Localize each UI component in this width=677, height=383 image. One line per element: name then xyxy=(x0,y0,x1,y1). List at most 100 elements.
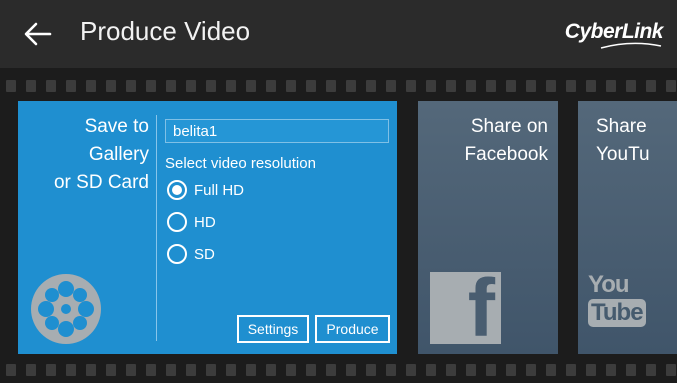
save-title-line2: Gallery xyxy=(88,144,149,165)
facebook-icon: f xyxy=(430,268,501,350)
film-perforation xyxy=(646,80,656,92)
film-perforation xyxy=(406,364,416,376)
share-facebook-card[interactable]: Share on Facebook f xyxy=(418,101,558,354)
back-arrow-icon[interactable] xyxy=(22,18,54,50)
film-perforation xyxy=(566,80,576,92)
film-perforation xyxy=(366,364,376,376)
film-perforation xyxy=(626,364,636,376)
save-title-line1: Save to xyxy=(84,116,149,137)
save-card-title: Save to Gallery or SD Card xyxy=(9,113,149,197)
film-perforation xyxy=(246,364,256,376)
film-perforation xyxy=(506,80,516,92)
film-perforation xyxy=(226,80,236,92)
save-title-line3: or SD Card xyxy=(53,172,149,193)
youtube-icon-tube: Tube xyxy=(588,299,646,327)
radio-full-hd[interactable]: Full HD xyxy=(167,180,244,200)
film-perforation xyxy=(526,80,536,92)
film-perforation xyxy=(206,80,216,92)
facebook-title-line2: Facebook xyxy=(464,144,548,165)
facebook-title-line1: Share on xyxy=(470,116,548,137)
film-perforation xyxy=(246,80,256,92)
save-to-gallery-card[interactable]: Save to Gallery or SD Card Select video … xyxy=(18,101,397,354)
youtube-icon: You Tube xyxy=(588,273,648,343)
produce-button[interactable]: Produce xyxy=(315,315,390,343)
video-name-input[interactable] xyxy=(165,119,389,143)
film-perforation xyxy=(486,80,496,92)
facebook-card-title: Share on Facebook xyxy=(465,113,548,169)
film-perforation xyxy=(286,80,296,92)
film-perforation xyxy=(26,364,36,376)
film-perforation xyxy=(426,80,436,92)
film-perforation xyxy=(386,80,396,92)
logo-swoosh-icon xyxy=(600,42,662,49)
film-perforation xyxy=(426,364,436,376)
film-perforation xyxy=(6,364,16,376)
film-perforation xyxy=(446,80,456,92)
film-perforation xyxy=(266,80,276,92)
radio-unselected-icon[interactable] xyxy=(167,212,187,232)
film-perforation xyxy=(66,364,76,376)
radio-selected-icon[interactable] xyxy=(167,180,187,200)
film-perforation xyxy=(346,364,356,376)
film-perforation xyxy=(446,364,456,376)
film-perforation xyxy=(106,80,116,92)
film-perforation xyxy=(6,80,16,92)
film-perforation xyxy=(186,364,196,376)
film-perforation xyxy=(586,364,596,376)
film-perforation xyxy=(326,364,336,376)
film-perforation xyxy=(266,364,276,376)
radio-hd[interactable]: HD xyxy=(167,212,216,232)
page-title: Produce Video xyxy=(80,16,251,46)
film-perforation xyxy=(46,364,56,376)
film-perforation xyxy=(666,80,676,92)
film-perforation xyxy=(126,364,136,376)
youtube-icon-you: You xyxy=(588,271,630,298)
film-perforation xyxy=(66,80,76,92)
film-perforation xyxy=(646,364,656,376)
film-perforation xyxy=(306,364,316,376)
film-perforation xyxy=(466,80,476,92)
film-perforation xyxy=(406,80,416,92)
film-reel-icon xyxy=(31,274,101,344)
film-perforation xyxy=(126,80,136,92)
share-youtube-card[interactable]: Share YouTu You Tube xyxy=(578,101,677,354)
film-perforation xyxy=(306,80,316,92)
film-perforation xyxy=(626,80,636,92)
film-perforation xyxy=(166,364,176,376)
film-perforation xyxy=(166,80,176,92)
film-perforation xyxy=(146,80,156,92)
film-perforation xyxy=(86,80,96,92)
youtube-title-line1: Share xyxy=(596,116,647,137)
film-perforation xyxy=(586,80,596,92)
film-perforation xyxy=(106,364,116,376)
film-perforation xyxy=(286,364,296,376)
film-perforation xyxy=(566,364,576,376)
youtube-card-title: Share YouTu xyxy=(596,113,650,169)
film-perforation xyxy=(206,364,216,376)
radio-sd[interactable]: SD xyxy=(167,244,215,264)
film-perforations-top xyxy=(0,80,677,92)
cyberlink-logo: CyberLink xyxy=(564,20,664,43)
app-header: Produce Video CyberLink xyxy=(0,0,677,68)
film-perforation xyxy=(526,364,536,376)
film-perforation xyxy=(326,80,336,92)
youtube-title-line2: YouTu xyxy=(596,144,650,165)
radio-label-full-hd: Full HD xyxy=(194,181,245,199)
radio-unselected-icon[interactable] xyxy=(167,244,187,264)
film-perforation xyxy=(486,364,496,376)
film-perforation xyxy=(466,364,476,376)
film-perforation xyxy=(346,80,356,92)
film-perforation xyxy=(546,80,556,92)
resolution-label: Select video resolution xyxy=(165,155,316,172)
film-perforations-bottom xyxy=(0,364,677,376)
film-perforation xyxy=(26,80,36,92)
settings-button[interactable]: Settings xyxy=(237,315,309,343)
film-perforation xyxy=(386,364,396,376)
film-perforation xyxy=(606,80,616,92)
film-perforation xyxy=(46,80,56,92)
film-perforation xyxy=(506,364,516,376)
film-perforation xyxy=(606,364,616,376)
film-perforation xyxy=(86,364,96,376)
film-perforation xyxy=(146,364,156,376)
film-perforation xyxy=(546,364,556,376)
